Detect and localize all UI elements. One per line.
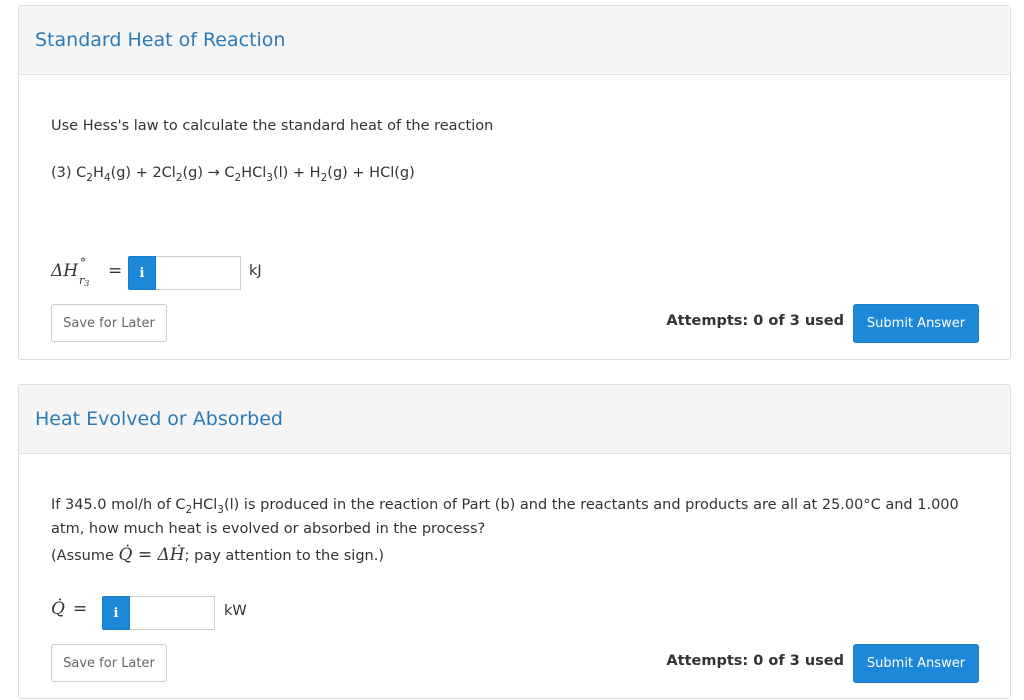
delta-h-label: ΔH ° r3 = [51, 256, 123, 288]
reaction-equation: (3) C2H4(g) + 2Cl2(g) → C2HCl3(l) + H2(g… [51, 165, 415, 184]
attempts-counter: Attempts: 0 of 3 used [666, 653, 844, 669]
answer-input-q-dot[interactable] [130, 596, 215, 630]
answer-input-delta-h[interactable] [156, 256, 241, 290]
question-card-standard-heat: Standard Heat of Reaction Use Hess's law… [18, 5, 1011, 360]
unit-label: kJ [249, 263, 262, 279]
info-icon[interactable]: i [102, 596, 130, 630]
unit-label: kW [224, 603, 247, 619]
instruction-text: Use Hess's law to calculate the standard… [51, 118, 494, 134]
submit-answer-button[interactable]: Submit Answer [853, 644, 979, 683]
card-header: Heat Evolved or Absorbed [19, 385, 1010, 454]
save-for-later-button[interactable]: Save for Later [51, 644, 167, 682]
assumption-text: (Assume Q̇ = ΔḢ; pay attention to the si… [51, 545, 384, 565]
card-title: Standard Heat of Reaction [35, 29, 286, 51]
info-icon[interactable]: i [128, 256, 156, 290]
submit-answer-button[interactable]: Submit Answer [853, 304, 979, 343]
attempts-counter: Attempts: 0 of 3 used [666, 313, 844, 329]
question-text: If 345.0 mol/h of C2HCl3(l) is produced … [51, 497, 959, 537]
card-title: Heat Evolved or Absorbed [35, 408, 283, 430]
card-header: Standard Heat of Reaction [19, 6, 1010, 75]
save-for-later-button[interactable]: Save for Later [51, 304, 167, 342]
question-card-heat-evolved: Heat Evolved or Absorbed If 345.0 mol/h … [18, 384, 1011, 699]
